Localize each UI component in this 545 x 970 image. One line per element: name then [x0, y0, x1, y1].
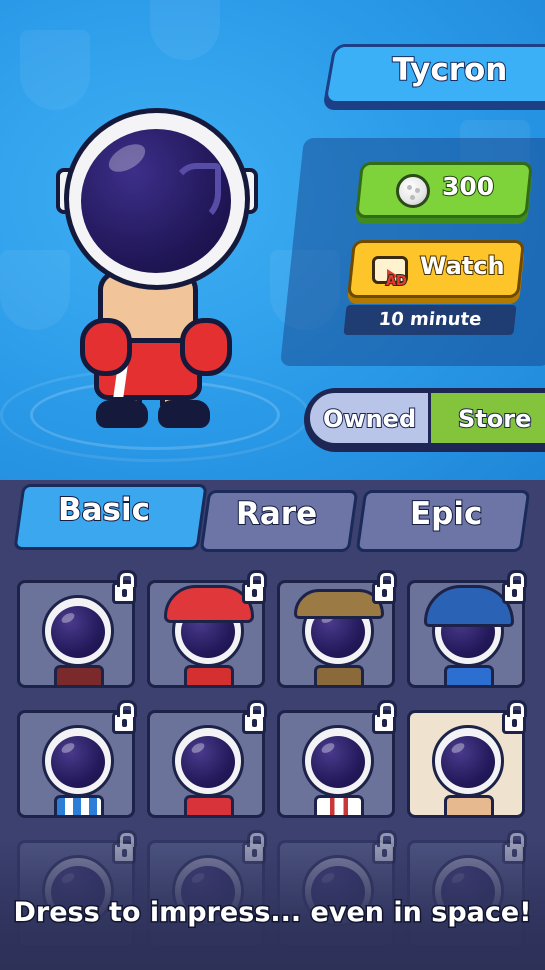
owned-label: Owned [322, 404, 417, 434]
lock-icon [112, 700, 137, 734]
tab-epic-label: Epic [409, 495, 483, 533]
moon-coin-icon [396, 174, 430, 208]
cricket-outfit [444, 665, 494, 685]
striped-jersey [54, 795, 104, 815]
lock-icon [112, 570, 137, 604]
skin-helmet [172, 725, 244, 797]
tab-basic-label: Basic [57, 491, 151, 529]
video-ad-icon: AD [372, 252, 412, 290]
tab-rare-label: Rare [235, 495, 318, 533]
fire-helmet-icon [164, 585, 254, 623]
store-label: Store [457, 404, 532, 434]
suspenders-outfit [314, 795, 364, 815]
police-outfit [314, 665, 364, 685]
watch-label: Watch [419, 251, 506, 281]
lock-icon [242, 570, 267, 604]
background-pattern [150, 0, 220, 60]
red-jersey [184, 795, 234, 815]
player-name: Tycron [392, 51, 509, 89]
background-pattern [20, 30, 90, 110]
firefighter-outfit [184, 665, 234, 685]
character-helmet [64, 108, 250, 290]
lock-icon [372, 570, 397, 604]
lock-icon [502, 570, 527, 604]
coin-balance-button[interactable]: 300 [355, 162, 533, 224]
boxing-glove-left [80, 318, 132, 376]
lock-icon [502, 700, 527, 734]
boxing-glove-right [180, 318, 232, 376]
police-cap-icon [294, 589, 384, 619]
promo-caption: Dress to impress... even in space! [12, 896, 533, 930]
skin-helmet [42, 595, 114, 667]
ad-timer: 10 minute [343, 305, 517, 335]
tribal-tattoo-icon [171, 163, 221, 223]
ad-tag: AD [385, 273, 408, 290]
character-shoe [96, 400, 148, 428]
lock-icon [242, 700, 267, 734]
watch-ad-button[interactable]: AD Watch [346, 240, 526, 304]
character-shoe [158, 400, 210, 428]
lock-icon [372, 700, 397, 734]
coin-balance: 300 [441, 171, 495, 202]
skin-helmet [302, 725, 374, 797]
cricket-helmet-icon [424, 585, 514, 627]
helmet-visor [81, 129, 231, 273]
boxer-outfit [444, 795, 494, 815]
background-pattern [0, 250, 70, 330]
skin-helmet [42, 725, 114, 797]
skin-helmet [432, 725, 504, 797]
suit-outfit [54, 665, 104, 685]
